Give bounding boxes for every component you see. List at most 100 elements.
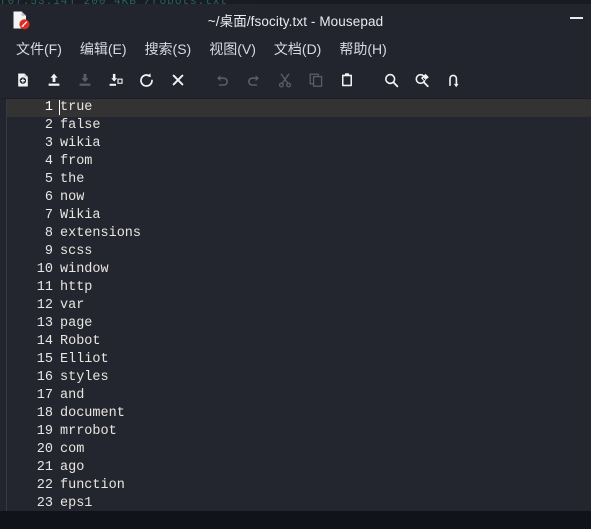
line-text[interactable]: Robot [59, 333, 101, 351]
line-text[interactable]: function [59, 477, 125, 495]
toolbar [0, 62, 591, 99]
line-text[interactable]: false [59, 117, 101, 135]
editor-line[interactable]: 5 the [7, 171, 591, 189]
editor-line[interactable]: 20 com [7, 441, 591, 459]
line-number: 14 [36, 334, 53, 349]
editor-line[interactable]: 3 wikia [7, 135, 591, 153]
line-text[interactable]: Wikia [59, 207, 101, 225]
editor-line[interactable]: 10 window [7, 261, 591, 279]
line-text[interactable]: wikia [59, 135, 101, 153]
document-edit-icon [9, 9, 31, 31]
save-as-icon[interactable] [100, 65, 131, 95]
line-text[interactable]: page [59, 315, 92, 333]
paste-icon[interactable] [331, 65, 362, 95]
line-number: 3 [44, 136, 53, 151]
menu-edit[interactable]: 编辑(E) [71, 37, 136, 61]
line-text[interactable]: document [59, 405, 125, 423]
redo-icon[interactable] [238, 65, 269, 95]
editor-line[interactable]: 21 ago [7, 459, 591, 477]
background-terminal-bottom: [07:54:27] 200 3KB /wp-login/ [07:54:29]… [0, 510, 591, 529]
line-text[interactable]: eps1 [59, 495, 92, 511]
line-number: 21 [36, 460, 53, 475]
editor-area: 1 true 2 false 3 wikia 4 from 5 the 6 now 7 Wikia 8 ext… [0, 99, 591, 511]
editor-line[interactable]: 14 Robot [7, 333, 591, 351]
editor-line[interactable]: 8 extensions [7, 225, 591, 243]
window-title: ~/桌面/fsocity.txt - Mousepad [207, 13, 384, 29]
line-number: 12 [36, 298, 53, 313]
new-document-icon[interactable] [7, 65, 38, 95]
editor-line[interactable]: 4 from [7, 153, 591, 171]
close-icon[interactable] [162, 65, 193, 95]
line-number: 16 [36, 370, 53, 385]
editor-line[interactable]: 7 Wikia [7, 207, 591, 225]
line-number: 11 [36, 280, 53, 295]
line-number: 20 [36, 442, 53, 457]
line-number: 13 [36, 316, 53, 331]
line-text[interactable]: com [59, 441, 84, 459]
copy-icon[interactable] [300, 65, 331, 95]
line-text[interactable]: ago [59, 459, 84, 477]
line-number: 5 [44, 172, 53, 187]
menu-document[interactable]: 文档(D) [265, 37, 330, 61]
find-icon[interactable] [376, 65, 407, 95]
line-text[interactable]: Elliot [59, 351, 109, 369]
line-text[interactable]: true [59, 99, 92, 117]
menu-bar: 文件(F) 编辑(E) 搜索(S) 视图(V) 文档(D) 帮助(H) [0, 35, 591, 62]
line-number: 15 [36, 352, 53, 367]
line-text[interactable]: from [59, 153, 92, 171]
editor-line[interactable]: 2 false [7, 117, 591, 135]
line-text[interactable]: var [59, 297, 84, 315]
line-number: 22 [36, 478, 53, 493]
menu-search[interactable]: 搜索(S) [136, 37, 201, 61]
editor-line[interactable]: 12 var [7, 297, 591, 315]
text-caret [59, 100, 60, 115]
editor-line[interactable]: 18 document [7, 405, 591, 423]
line-number: 10 [36, 262, 53, 277]
menu-help[interactable]: 帮助(H) [330, 37, 395, 61]
editor-line[interactable]: 17 and [7, 387, 591, 405]
line-text[interactable]: styles [59, 369, 109, 387]
line-number: 23 [36, 496, 53, 511]
undo-icon[interactable] [207, 65, 238, 95]
editor-line[interactable]: 22 function [7, 477, 591, 495]
editor-line[interactable]: 11 http [7, 279, 591, 297]
line-number: 19 [36, 424, 53, 439]
line-text[interactable]: http [59, 279, 92, 297]
editor-line[interactable]: 16 styles [7, 369, 591, 387]
minimize-button[interactable] [570, 17, 583, 19]
menu-file[interactable]: 文件(F) [7, 37, 71, 61]
line-text[interactable]: extensions [59, 225, 141, 243]
editor-line[interactable]: 15 Elliot [7, 351, 591, 369]
line-number: 7 [44, 208, 53, 223]
title-bar[interactable]: ~/桌面/fsocity.txt - Mousepad [0, 4, 591, 35]
line-number: 4 [44, 154, 53, 169]
save-file-icon[interactable] [69, 65, 100, 95]
line-text[interactable]: now [59, 189, 84, 207]
line-text[interactable]: window [59, 261, 109, 279]
line-number: 17 [36, 388, 53, 403]
find-replace-icon[interactable] [407, 65, 438, 95]
mousepad-window: ~/桌面/fsocity.txt - Mousepad 文件(F) 编辑(E) … [0, 4, 591, 511]
line-text[interactable]: the [59, 171, 84, 189]
editor-line[interactable]: 6 now [7, 189, 591, 207]
text-editor[interactable]: 1 true 2 false 3 wikia 4 from 5 the 6 now 7 Wikia 8 ext… [6, 99, 591, 511]
editor-line[interactable]: 19 mrrobot [7, 423, 591, 441]
line-text[interactable]: and [59, 387, 84, 405]
editor-line[interactable]: 13 page [7, 315, 591, 333]
cut-icon[interactable] [269, 65, 300, 95]
line-number: 18 [36, 406, 53, 421]
line-number: 1 [44, 100, 53, 115]
editor-line[interactable]: 1 true [7, 99, 591, 117]
goto-line-icon[interactable] [438, 65, 469, 95]
line-text[interactable]: mrrobot [59, 423, 117, 441]
editor-line[interactable]: 23 eps1 [7, 495, 591, 511]
editor-line[interactable]: 9 scss [7, 243, 591, 261]
line-number: 9 [44, 244, 53, 259]
menu-view[interactable]: 视图(V) [200, 37, 265, 61]
line-text[interactable]: scss [59, 243, 92, 261]
line-number: 6 [44, 190, 53, 205]
line-number: 8 [44, 226, 53, 241]
line-number: 2 [44, 118, 53, 133]
open-file-icon[interactable] [38, 65, 69, 95]
reload-icon[interactable] [131, 65, 162, 95]
